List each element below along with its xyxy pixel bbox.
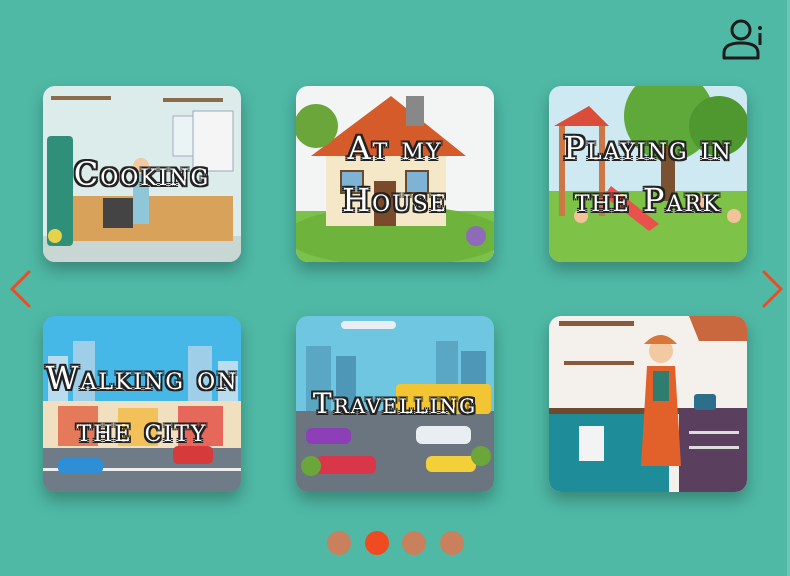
card-title: Cooking [73, 155, 211, 193]
user-info-icon [722, 19, 762, 60]
page-dot-4[interactable] [440, 531, 464, 555]
page-dot-1[interactable] [327, 531, 351, 555]
next-page-button[interactable] [758, 268, 786, 310]
user-profile-button[interactable] [720, 18, 766, 62]
card-title: Playing in the Park [563, 129, 733, 219]
lesson-card-at-my-house[interactable]: At my House [296, 86, 494, 262]
chevron-left-icon [10, 270, 31, 308]
lesson-card-travelling[interactable]: Travelling [296, 316, 494, 492]
previous-page-button[interactable] [7, 268, 35, 310]
chevron-right-icon [762, 270, 783, 308]
kitchen-reading-illustration [549, 316, 747, 492]
lesson-card-playing-in-the-park[interactable]: Playing in the Park [549, 86, 747, 262]
card-title: Travelling [312, 387, 478, 420]
lesson-card-cooking[interactable]: Cooking [43, 86, 241, 262]
card-title: Walking on the city [45, 359, 239, 449]
lesson-card-walking-on-the-city[interactable]: Walking on the city [43, 316, 241, 492]
lesson-card-kitchen-reading[interactable] [549, 316, 747, 492]
page-dot-3[interactable] [402, 531, 426, 555]
page-dot-2[interactable] [365, 531, 389, 555]
card-title: At my House [342, 129, 448, 219]
